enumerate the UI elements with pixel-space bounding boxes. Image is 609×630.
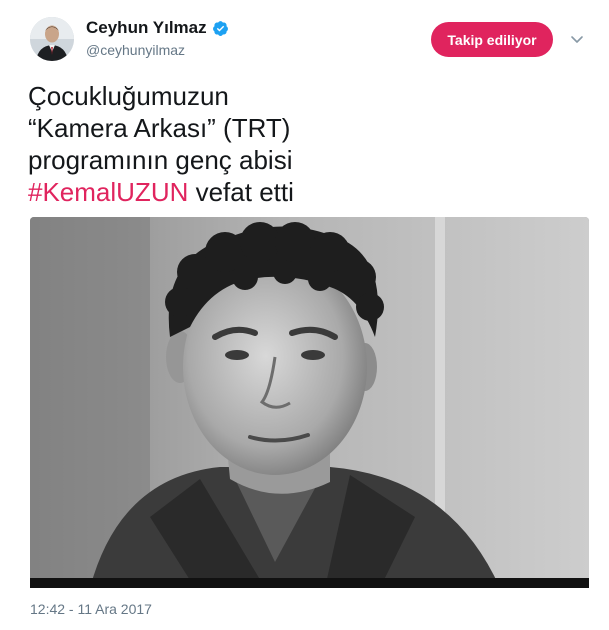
tweet-card: Ceyhun Yılmaz @ceyhunyilmaz Takip ediliy… [0,0,609,630]
verified-badge-icon [212,20,229,37]
chevron-down-icon[interactable] [569,31,585,47]
hashtag-link[interactable]: #KemalUZUN [28,177,188,207]
tweet-line: “Kamera Arkası” (TRT) [28,113,291,143]
avatar[interactable] [30,17,74,61]
tweet-text: Çocukluğumuzun “Kamera Arkası” (TRT) pro… [28,80,588,208]
display-name[interactable]: Ceyhun Yılmaz [86,18,207,38]
following-button[interactable]: Takip ediliyor [431,22,553,57]
tweet-line: Çocukluğumuzun [28,81,229,111]
tweet-line: programının genç abisi [28,145,293,175]
user-info: Ceyhun Yılmaz @ceyhunyilmaz [86,17,229,61]
name-row: Ceyhun Yılmaz [86,17,229,39]
photo-bottom-bar [30,578,589,588]
tweet-line-suffix: vefat etti [188,177,294,207]
user-handle[interactable]: @ceyhunyilmaz [86,42,229,58]
tweet-line-last: #KemalUZUN vefat etti [28,176,588,208]
tweet-photo[interactable] [30,217,589,588]
tweet-timestamp[interactable]: 12:42 - 11 Ara 2017 [30,601,152,617]
